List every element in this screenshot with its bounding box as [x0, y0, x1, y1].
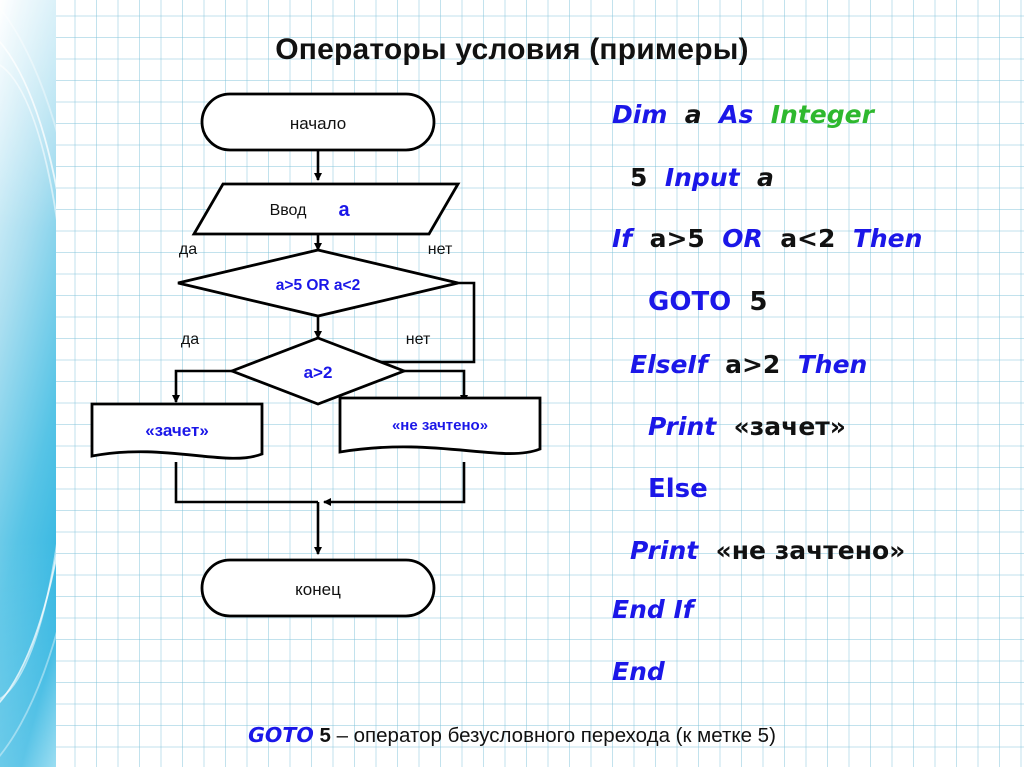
flowchart: начало Ввод a a>5 OR a<2 да нет a>2 да н… [90, 92, 542, 618]
line-print-pass-token-0: Print [648, 412, 717, 441]
footer-goto-text: – оператор безусловного перехода (к метк… [336, 724, 776, 747]
line-print-pass-token-1: «зачет» [733, 412, 846, 441]
line-print-fail-token-0: Print [630, 536, 699, 565]
line-print-fail-token-1: «не зачтено» [715, 536, 906, 565]
line-dim-token-2: As [719, 100, 754, 129]
page-title: Операторы условия (примеры) [275, 33, 749, 66]
node-end: конец [200, 558, 436, 618]
line-input-token-2: a [757, 163, 774, 192]
line-goto: GOTO 5 [648, 287, 767, 317]
node-decision-1: a>5 OR a<2 [177, 248, 459, 318]
line-print-fail: Print «не зачтено» [630, 536, 905, 565]
line-elseif-token-0: ElseIf [630, 350, 708, 379]
line-endif-token-0: End If [612, 595, 694, 624]
line-goto-token-1: 5 [749, 287, 768, 317]
line-endif: End If [612, 595, 694, 624]
line-elseif-token-2: Then [797, 350, 868, 379]
node-start: начало [200, 92, 436, 152]
node-input: Ввод a [191, 182, 461, 236]
branch-label-yes-1: да [179, 241, 197, 258]
node-output-fail: «не зачтено» [338, 396, 542, 455]
line-elseif: ElseIf a>2 Then [630, 350, 867, 379]
node-decision-2: a>2 [228, 336, 408, 406]
line-goto-token-0: GOTO [648, 287, 732, 317]
line-end-token-0: End [612, 657, 665, 686]
node-decision-1-label: a>5 OR a<2 [276, 277, 360, 294]
line-if-token-4: Then [852, 224, 923, 253]
branch-label-yes-2: да [181, 331, 199, 348]
node-output-fail-label: «не зачтено» [392, 417, 488, 434]
line-if-token-2: OR [722, 224, 763, 253]
branch-label-no-2: нет [406, 331, 431, 348]
line-if-token-1: a>5 [649, 224, 705, 253]
line-elseif-token-1: a>2 [725, 350, 781, 379]
line-input-token-1: Input [664, 163, 740, 192]
line-if-token-3: a<2 [780, 224, 836, 253]
line-else: Else [648, 474, 708, 504]
node-input-variable: a [338, 199, 350, 221]
line-end: End [612, 657, 665, 686]
line-if-token-0: If [612, 224, 633, 253]
left-decorative-band [0, 0, 58, 767]
band-sheen [0, 0, 58, 767]
line-else-token-0: Else [648, 474, 708, 504]
node-start-label: начало [290, 114, 346, 133]
line-dim-token-1: a [684, 100, 702, 129]
footer-goto-keyword: GOTO [248, 723, 314, 747]
footer-note: GOTO 5 – оператор безусловного перехода … [0, 723, 1024, 748]
node-input-label: Ввод [270, 202, 308, 219]
line-if: If a>5 OR a<2 Then [612, 224, 922, 253]
node-decision-2-label: a>2 [304, 363, 333, 382]
line-dim-token-0: Dim [612, 100, 668, 129]
line-input-token-0: 5 [630, 163, 648, 192]
node-output-pass: «зачет» [90, 402, 264, 460]
line-input: 5 Input a [630, 163, 774, 192]
node-output-pass-label: «зачет» [145, 421, 209, 440]
line-dim: Dim a As Integer [612, 100, 874, 129]
line-print-pass: Print «зачет» [648, 412, 846, 441]
branch-label-no-1: нет [428, 241, 453, 258]
line-dim-token-3: Integer [770, 100, 874, 129]
node-end-label: конец [295, 580, 341, 599]
footer-goto-label: 5 [319, 724, 331, 747]
